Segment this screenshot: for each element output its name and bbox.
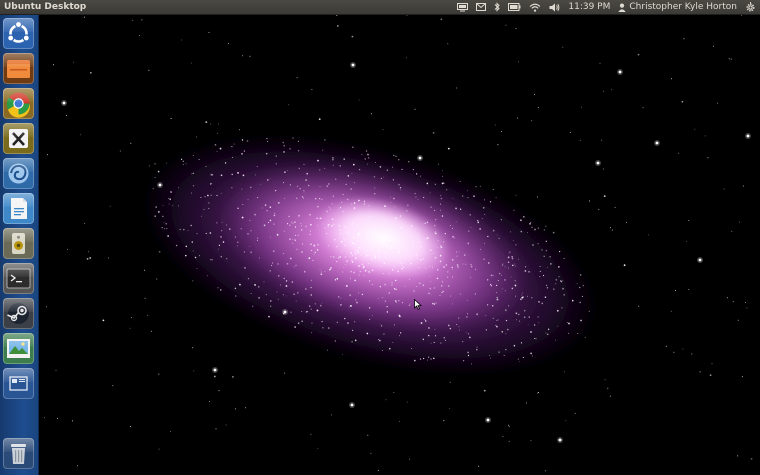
ubuntu-logo-icon (7, 20, 30, 43)
launcher-item-system-settings[interactable] (3, 158, 34, 189)
launcher-item-chrome[interactable] (3, 88, 34, 119)
active-app-title: Ubuntu Desktop (4, 2, 87, 12)
user-menu[interactable]: Christopher Kyle Horton (618, 0, 737, 14)
launcher-item-trash[interactable] (3, 438, 34, 469)
image-viewer-icon (7, 339, 30, 358)
mouse-cursor-icon (414, 299, 422, 310)
launcher-item-steam[interactable] (3, 298, 34, 329)
user-name: Christopher Kyle Horton (629, 2, 737, 12)
indicator-area: 11:39 PM Christopher Kyle Horton (457, 0, 756, 14)
launcher-item-files[interactable] (3, 53, 34, 84)
battery-icon[interactable] (508, 3, 521, 11)
launcher-item-terminal[interactable] (3, 263, 34, 294)
top-panel: Ubuntu Desktop 11:39 PM Christopher Kyle… (0, 0, 760, 15)
launcher-item-rhythmbox[interactable] (3, 228, 34, 259)
xchat-icon (9, 129, 28, 148)
clock[interactable]: 11:39 PM (568, 0, 610, 14)
folder-icon (7, 60, 30, 78)
user-icon (618, 3, 627, 12)
desktop-wallpaper (0, 0, 760, 475)
mail-icon[interactable] (476, 3, 487, 11)
launcher-item-image-viewer[interactable] (3, 333, 34, 364)
trash-icon (11, 444, 26, 464)
speaker-icon (12, 233, 25, 254)
ubuntu-desktop: Ubuntu Desktop 11:39 PM Christopher Kyle… (0, 0, 760, 475)
terminal-icon (6, 268, 31, 289)
workspace-switcher-icon (9, 376, 28, 391)
launcher-item-xchat[interactable] (3, 123, 34, 154)
settings-swirl-icon (8, 163, 29, 184)
bluetooth-icon[interactable] (494, 2, 501, 12)
unity-launcher (0, 15, 39, 475)
document-icon (11, 198, 27, 219)
display-icon[interactable] (457, 2, 469, 12)
gear-icon[interactable] (745, 1, 756, 13)
chrome-icon (6, 92, 30, 118)
volume-icon[interactable] (549, 3, 560, 12)
launcher-item-workspace-switcher[interactable] (3, 368, 34, 399)
wifi-icon[interactable] (529, 3, 541, 12)
launcher-item-dash-home[interactable] (3, 18, 34, 49)
steam-icon (7, 303, 29, 324)
launcher-item-libreoffice[interactable] (3, 193, 34, 224)
